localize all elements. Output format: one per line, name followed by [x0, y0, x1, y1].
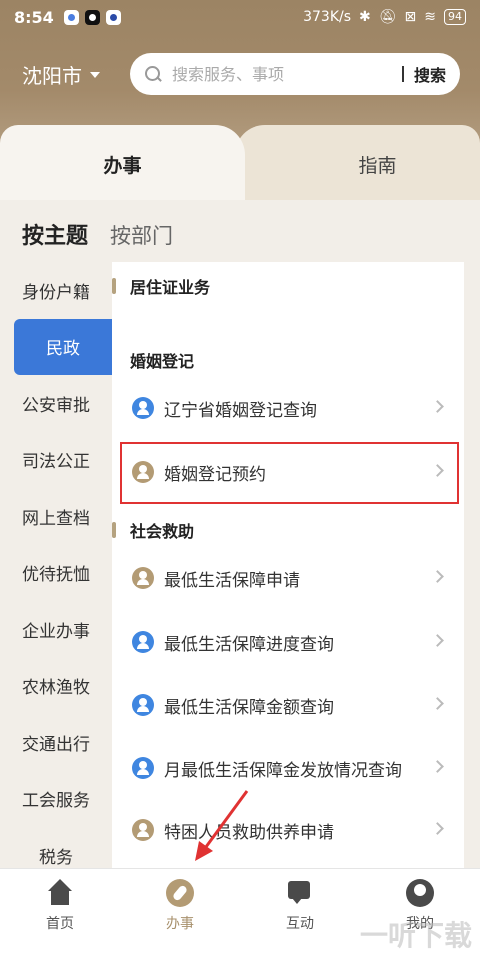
- chevron-down-icon: [90, 71, 100, 78]
- list-item-marriage-query[interactable]: 辽宁省婚姻登记查询: [112, 378, 464, 438]
- sidebar-item-civil-affairs[interactable]: 民政: [14, 318, 112, 375]
- app-notification-icon: [63, 9, 79, 25]
- home-icon: [46, 879, 74, 907]
- sidebar-item-identity[interactable]: 身份户籍: [0, 262, 112, 319]
- section-marker: [112, 522, 116, 538]
- network-speed: 373K/s: [303, 9, 352, 25]
- search-input[interactable]: [172, 64, 392, 84]
- sub-tabs: 按主题 按部门: [22, 218, 173, 250]
- section-residence-permit: 居住证业务: [112, 274, 210, 298]
- sidebar-item-agriculture[interactable]: 农林渔牧: [0, 658, 112, 715]
- list-item-subsistence-apply[interactable]: 最低生活保障申请: [112, 548, 464, 608]
- chevron-right-icon: [431, 697, 444, 710]
- user-icon: [132, 819, 154, 841]
- tab-by-department[interactable]: 按部门: [110, 220, 173, 250]
- sim-icon: ⊠: [404, 9, 417, 25]
- search-bar[interactable]: 搜索: [130, 53, 460, 95]
- sidebar-item-public-security[interactable]: 公安审批: [0, 375, 112, 432]
- list-item-subsistence-payment[interactable]: 月最低生活保障金发放情况查询: [112, 738, 464, 798]
- nav-services[interactable]: 办事: [120, 869, 240, 960]
- main-tabs: 指南 办事: [0, 125, 480, 203]
- compass-icon: [166, 879, 194, 907]
- sidebar-item-union[interactable]: 工会服务: [0, 771, 112, 828]
- user-icon: [132, 397, 154, 419]
- city-label: 沈阳市: [22, 64, 82, 88]
- list-item-subsistence-progress[interactable]: 最低生活保障进度查询: [112, 612, 464, 672]
- section-marriage: 婚姻登记: [130, 352, 195, 371]
- sidebar-item-enterprise[interactable]: 企业办事: [0, 601, 112, 658]
- watermark: 一听下载: [359, 919, 472, 952]
- section-marker: [112, 278, 116, 294]
- sidebar-item-preferential[interactable]: 优待抚恤: [0, 545, 112, 602]
- list-item-special-hardship[interactable]: 特困人员救助供养申请: [112, 800, 464, 860]
- chevron-right-icon: [431, 822, 444, 835]
- chevron-right-icon: [431, 570, 444, 583]
- chevron-right-icon: [431, 634, 444, 647]
- tab-by-theme[interactable]: 按主题: [22, 218, 88, 250]
- user-icon: [132, 567, 154, 589]
- user-icon: [132, 631, 154, 653]
- tab-guide[interactable]: 指南: [235, 125, 480, 203]
- person-icon: [406, 879, 434, 907]
- city-selector[interactable]: 沈阳市: [22, 60, 100, 89]
- section-social-assistance: 社会救助: [112, 518, 194, 542]
- nav-interact[interactable]: 互动: [240, 869, 360, 960]
- status-time: 8:54: [14, 7, 54, 27]
- highlight-box: [120, 442, 459, 504]
- app-icon: [105, 9, 121, 25]
- tab-services[interactable]: 办事: [0, 125, 245, 203]
- sidebar-item-archives[interactable]: 网上查档: [0, 488, 112, 545]
- battery-icon: 94: [444, 9, 466, 25]
- wifi-icon: ≋: [424, 9, 436, 25]
- status-bar: 8:54 373K/s ✱ 🔕︎ ⊠ ≋ 94: [0, 0, 480, 34]
- user-icon: [132, 694, 154, 716]
- service-list: 居住证业务 婚姻登记 辽宁省婚姻登记查询 婚姻登记预约 社会救助 最低生活保障申…: [112, 262, 464, 868]
- chat-icon: [286, 879, 314, 907]
- search-divider: [401, 66, 404, 82]
- bluetooth-icon: ✱: [359, 9, 371, 25]
- mute-icon: 🔕︎: [378, 9, 397, 25]
- search-button[interactable]: 搜索: [414, 62, 446, 86]
- sidebar-item-justice[interactable]: 司法公正: [0, 432, 112, 489]
- list-item-subsistence-amount[interactable]: 最低生活保障金额查询: [112, 675, 464, 735]
- sidebar-item-transport[interactable]: 交通出行: [0, 714, 112, 771]
- annotation-arrow: [195, 790, 249, 861]
- chevron-right-icon: [431, 760, 444, 773]
- tiktok-icon: [84, 9, 100, 25]
- chevron-right-icon: [431, 400, 444, 413]
- search-icon: [144, 65, 162, 83]
- category-sidebar: 身份户籍 民政 公安审批 司法公正 网上查档 优待抚恤 企业办事 农林渔牧 交通…: [0, 262, 112, 884]
- user-icon: [132, 757, 154, 779]
- nav-home[interactable]: 首页: [0, 869, 120, 960]
